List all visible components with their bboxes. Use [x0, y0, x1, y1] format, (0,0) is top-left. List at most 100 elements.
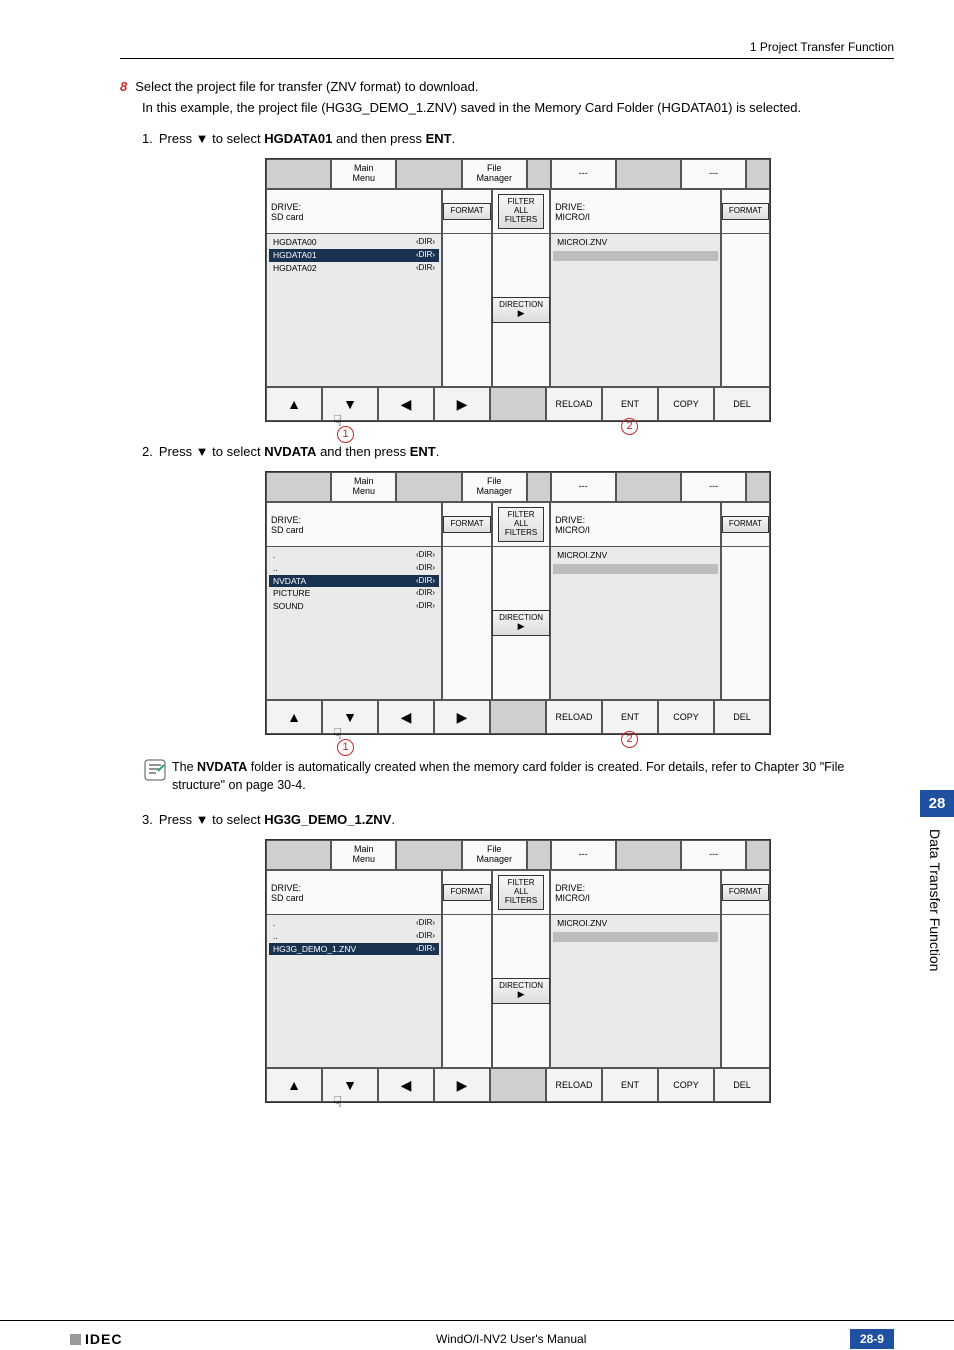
- note-icon: [142, 757, 172, 794]
- direction-button[interactable]: DIRECTION▶: [492, 978, 550, 1005]
- down-button[interactable]: ▼☟: [322, 1068, 378, 1102]
- drive-info-left: DRIVE:SD card: [267, 871, 441, 915]
- substep-1-bold1: HGDATA01: [264, 131, 332, 146]
- reload-button[interactable]: RELOAD: [546, 1068, 602, 1102]
- down-button[interactable]: ▼☟1: [322, 700, 378, 734]
- file-manager-button[interactable]: File Manager: [462, 472, 527, 502]
- file-list-left: HGDATA00‹DIR›HGDATA01‹DIR›HGDATA02‹DIR›: [267, 234, 441, 386]
- step-8-line2: In this example, the project file (HG3G_…: [142, 100, 894, 115]
- del-button[interactable]: DEL: [714, 387, 770, 421]
- file-row[interactable]: HGDATA02‹DIR›: [269, 262, 439, 275]
- hmi-panel: Main Menu File Manager --- --- DRIVE:SD …: [265, 158, 771, 422]
- del-button[interactable]: DEL: [714, 700, 770, 734]
- file-manager-button[interactable]: File Manager: [462, 159, 527, 189]
- substep-3-post: .: [391, 812, 395, 827]
- top-dashes: ---: [551, 472, 616, 502]
- top-blank: [616, 840, 681, 870]
- ent-button[interactable]: ENT: [602, 1068, 658, 1102]
- top-blank: [746, 840, 770, 870]
- substep-2-pre: Press ▼ to select: [159, 444, 264, 459]
- right-button[interactable]: ▶: [434, 387, 490, 421]
- file-row[interactable]: NVDATA‹DIR›: [269, 575, 439, 588]
- top-blank: [527, 840, 551, 870]
- file-list-left: .‹DIR›..‹DIR›HG3G_DEMO_1.ZNV‹DIR›: [267, 915, 441, 1067]
- right-button[interactable]: ▶: [434, 1068, 490, 1102]
- reload-button[interactable]: RELOAD: [546, 387, 602, 421]
- file-list-right: MICROI.ZNV: [551, 915, 720, 1067]
- main-menu-button[interactable]: Main Menu: [331, 159, 396, 189]
- drive-info-right: DRIVE:MICRO/I: [551, 190, 720, 234]
- up-button[interactable]: ▲: [266, 700, 322, 734]
- ent-button[interactable]: ENT2: [602, 387, 658, 421]
- substep-1: 1.Press ▼ to select HGDATA01 and then pr…: [142, 131, 894, 422]
- format-button[interactable]: FORMAT: [722, 516, 769, 533]
- file-row[interactable]: HGDATA00‹DIR›: [269, 236, 439, 249]
- note-rest: folder is automatically created when the…: [172, 760, 844, 792]
- right-button[interactable]: ▶: [434, 700, 490, 734]
- left-button[interactable]: ◀: [378, 700, 434, 734]
- substep-1-mid: and then press: [332, 131, 425, 146]
- format-button[interactable]: FORMAT: [722, 203, 769, 220]
- copy-button[interactable]: COPY: [658, 1068, 714, 1102]
- main-menu-button[interactable]: Main Menu: [331, 472, 396, 502]
- step-8-line1: Select the project file for transfer (ZN…: [135, 79, 478, 94]
- top-dashes: ---: [551, 840, 616, 870]
- down-button[interactable]: ▼☟1: [322, 387, 378, 421]
- footer-title: WindO/I-NV2 User's Manual: [436, 1332, 586, 1346]
- reload-button[interactable]: RELOAD: [546, 700, 602, 734]
- format-button[interactable]: FORMAT: [443, 203, 490, 220]
- ent-button[interactable]: ENT2: [602, 700, 658, 734]
- file-row[interactable]: MICROI.ZNV: [553, 917, 718, 930]
- hmi-panel: Main Menu File Manager --- --- DRIVE:SD …: [265, 471, 771, 735]
- up-button[interactable]: ▲: [266, 387, 322, 421]
- chapter-tab-number: 28: [920, 790, 954, 817]
- up-button[interactable]: ▲: [266, 1068, 322, 1102]
- filter-button[interactable]: FILTER ALL FILTERS: [498, 507, 544, 541]
- file-row[interactable]: .‹DIR›: [269, 917, 439, 930]
- substep-3-bold1: HG3G_DEMO_1.ZNV: [264, 812, 391, 827]
- top-blank: [396, 840, 461, 870]
- left-button[interactable]: ◀: [378, 387, 434, 421]
- file-row[interactable]: .‹DIR›: [269, 549, 439, 562]
- file-row[interactable]: HG3G_DEMO_1.ZNV‹DIR›: [269, 943, 439, 956]
- format-button[interactable]: FORMAT: [443, 884, 490, 901]
- top-blank: [616, 472, 681, 502]
- header-section: 1 Project Transfer Function: [120, 40, 894, 59]
- brand-logo: IDEC: [10, 1331, 122, 1347]
- top-dashes: ---: [681, 159, 746, 189]
- file-row[interactable]: ..‹DIR›: [269, 930, 439, 943]
- drive-info-left: DRIVE:SD card: [267, 190, 441, 234]
- substep-2-mid: and then press: [316, 444, 409, 459]
- file-row[interactable]: ..‹DIR›: [269, 562, 439, 575]
- copy-button[interactable]: COPY: [658, 700, 714, 734]
- top-dashes: ---: [551, 159, 616, 189]
- top-blank: [396, 472, 461, 502]
- format-button[interactable]: FORMAT: [722, 884, 769, 901]
- drive-info-left: DRIVE:SD card: [267, 503, 441, 547]
- file-row[interactable]: HGDATA01‹DIR›: [269, 249, 439, 262]
- file-row[interactable]: MICROI.ZNV: [553, 549, 718, 562]
- direction-button[interactable]: DIRECTION▶: [492, 297, 550, 324]
- file-row[interactable]: SOUND‹DIR›: [269, 600, 439, 613]
- substep-1-num: 1.: [142, 131, 153, 146]
- file-row[interactable]: PICTURE‹DIR›: [269, 587, 439, 600]
- drive-info-right: DRIVE:MICRO/I: [551, 503, 720, 547]
- left-button[interactable]: ◀: [378, 1068, 434, 1102]
- note-pre: The: [172, 760, 197, 774]
- main-menu-button[interactable]: Main Menu: [331, 840, 396, 870]
- file-list-right: MICROI.ZNV: [551, 547, 720, 699]
- del-button[interactable]: DEL: [714, 1068, 770, 1102]
- file-list-left: .‹DIR›..‹DIR›NVDATA‹DIR›PICTURE‹DIR›SOUN…: [267, 547, 441, 699]
- filter-button[interactable]: FILTER ALL FILTERS: [498, 194, 544, 228]
- top-blank: [746, 159, 770, 189]
- format-button[interactable]: FORMAT: [443, 516, 490, 533]
- direction-button[interactable]: DIRECTION▶: [492, 610, 550, 637]
- page-footer: IDEC WindO/I-NV2 User's Manual 28-9: [0, 1320, 954, 1349]
- top-blank: [527, 159, 551, 189]
- note-bold: NVDATA: [197, 760, 247, 774]
- filter-button[interactable]: FILTER ALL FILTERS: [498, 875, 544, 909]
- substep-3-pre: Press ▼ to select: [159, 812, 264, 827]
- file-row[interactable]: MICROI.ZNV: [553, 236, 718, 249]
- file-manager-button[interactable]: File Manager: [462, 840, 527, 870]
- copy-button[interactable]: COPY: [658, 387, 714, 421]
